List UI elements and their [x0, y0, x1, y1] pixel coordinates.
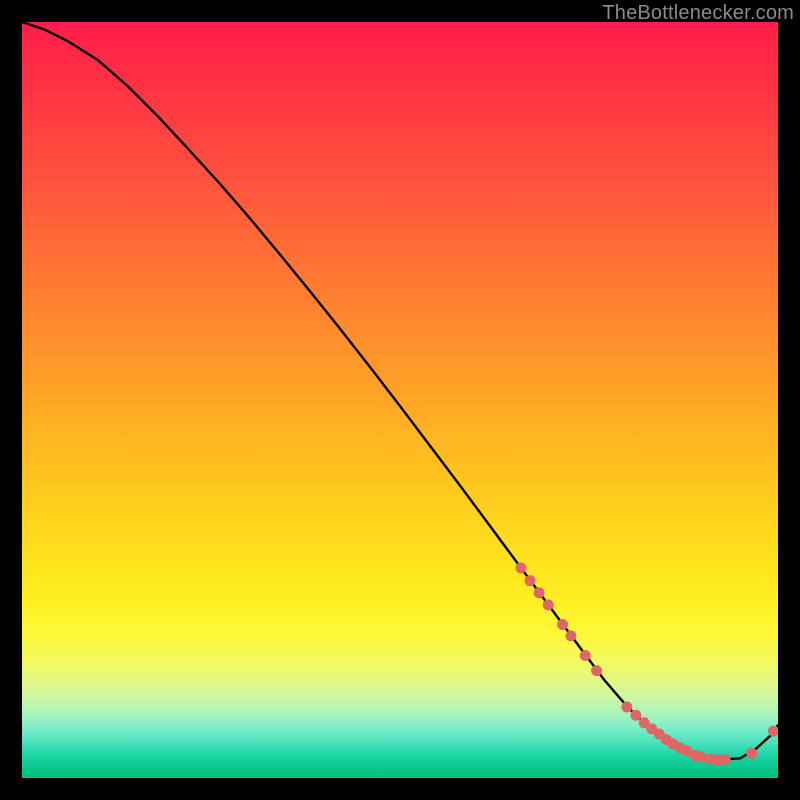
curve-group: [22, 22, 778, 760]
data-marker: [543, 599, 554, 610]
curve-layer: [22, 22, 778, 778]
data-marker: [591, 665, 602, 676]
data-marker: [621, 701, 632, 712]
marker-group: [515, 562, 778, 765]
data-marker: [525, 575, 536, 586]
data-marker: [565, 630, 576, 641]
bottleneck-curve-path: [22, 22, 778, 760]
data-marker: [515, 562, 526, 573]
data-marker: [557, 619, 568, 630]
data-marker: [630, 710, 641, 721]
data-marker: [534, 587, 545, 598]
data-marker: [720, 754, 731, 765]
plot-area: [22, 22, 778, 778]
data-marker: [746, 748, 757, 759]
chart-stage: TheBottlenecker.com: [0, 0, 800, 800]
watermark-text: TheBottlenecker.com: [602, 2, 794, 25]
data-marker: [580, 650, 591, 661]
